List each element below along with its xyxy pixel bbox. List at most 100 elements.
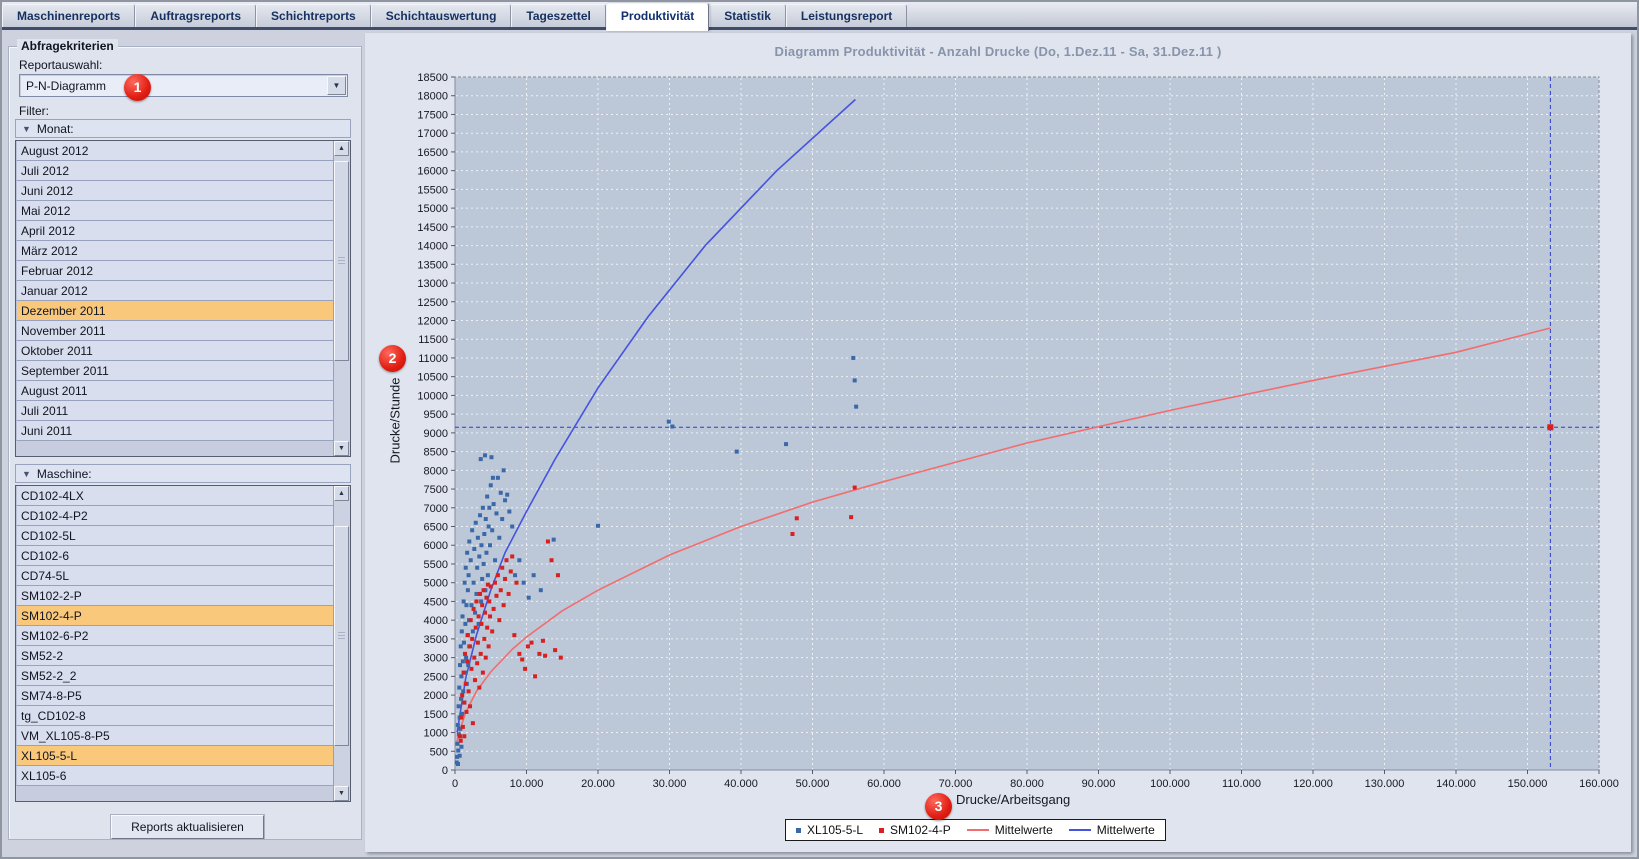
list-item-tg_cd102-8[interactable]: tg_CD102-8 <box>16 706 335 726</box>
list-item-november-2011[interactable]: November 2011 <box>16 321 335 341</box>
list-item-cd102-4lx[interactable]: CD102-4LX <box>16 486 335 506</box>
list-item-oktober-2011[interactable]: Oktober 2011 <box>16 341 335 361</box>
list-item-mai-2012[interactable]: Mai 2012 <box>16 201 335 221</box>
svg-text:160.000: 160.000 <box>1579 778 1619 790</box>
list-item-sm102-2-p[interactable]: SM102-2-P <box>16 586 335 606</box>
svg-text:40.000: 40.000 <box>724 778 758 790</box>
tab-auftragsreports[interactable]: Auftragsreports <box>135 4 256 27</box>
month-section-header[interactable]: ▼ Monat: <box>15 119 351 138</box>
svg-text:7000: 7000 <box>424 503 448 515</box>
month-list: August 2012Juli 2012Juni 2012Mai 2012Apr… <box>15 140 351 457</box>
svg-text:3000: 3000 <box>424 653 448 665</box>
svg-text:6000: 6000 <box>424 540 448 552</box>
list-item-juli-2011[interactable]: Juli 2011 <box>16 401 335 421</box>
svg-text:20.000: 20.000 <box>581 778 615 790</box>
scroll-up-button[interactable]: ▲ <box>334 486 349 501</box>
svg-text:11500: 11500 <box>418 334 448 346</box>
scrollbar-thumb[interactable] <box>334 526 349 746</box>
list-item-xl105-5-l[interactable]: XL105-5-L <box>16 746 335 766</box>
tab-schichtauswertung[interactable]: Schichtauswertung <box>371 4 512 27</box>
list-item-vm_xl105-8-p5[interactable]: VM_XL105-8-P5 <box>16 726 335 746</box>
svg-text:8000: 8000 <box>424 465 448 477</box>
month-list-scrollbar[interactable]: ▲ ▼ <box>333 141 350 456</box>
tab-maschinenreports[interactable]: Maschinenreports <box>2 4 135 27</box>
svg-text:5000: 5000 <box>424 578 448 590</box>
svg-text:17000: 17000 <box>417 128 448 140</box>
machine-list: CD102-4LXCD102-4-P2CD102-5LCD102-6CD74-5… <box>15 485 351 802</box>
machine-list-scrollbar[interactable]: ▲ ▼ <box>333 486 350 801</box>
scroll-up-button[interactable]: ▲ <box>334 141 349 156</box>
svg-text:18000: 18000 <box>417 91 448 103</box>
legend-item-mittelwerte: Mittelwerte <box>1069 823 1155 837</box>
machine-section-header[interactable]: ▼ Maschine: <box>15 464 351 483</box>
list-item-februar-2012[interactable]: Februar 2012 <box>16 261 335 281</box>
svg-text:50.000: 50.000 <box>796 778 830 790</box>
list-item-cd102-6[interactable]: CD102-6 <box>16 546 335 566</box>
svg-text:150.000: 150.000 <box>1508 778 1548 790</box>
svg-text:8500: 8500 <box>424 447 448 459</box>
list-item-januar-2012[interactable]: Januar 2012 <box>16 281 335 301</box>
svg-text:0: 0 <box>442 765 448 777</box>
svg-text:13000: 13000 <box>417 278 448 290</box>
report-select-dropdown[interactable]: P-N-Diagramm ▼ <box>19 74 348 97</box>
filter-label: Filter: <box>19 104 49 118</box>
svg-text:4500: 4500 <box>424 596 448 608</box>
svg-text:12000: 12000 <box>417 315 448 327</box>
list-item-cd102-5l[interactable]: CD102-5L <box>16 526 335 546</box>
list-item-sm52-2[interactable]: SM52-2 <box>16 646 335 666</box>
svg-text:100.000: 100.000 <box>1150 778 1190 790</box>
list-item-cd102-4-p2[interactable]: CD102-4-P2 <box>16 506 335 526</box>
tab-statistik[interactable]: Statistik <box>709 4 786 27</box>
list-item-april-2012[interactable]: April 2012 <box>16 221 335 241</box>
svg-text:80.000: 80.000 <box>1010 778 1044 790</box>
group-title: Abfragekriterien <box>17 39 118 53</box>
list-item-juni-2012[interactable]: Juni 2012 <box>16 181 335 201</box>
list-item-xl105-6[interactable]: XL105-6 <box>16 766 335 786</box>
svg-text:14000: 14000 <box>417 241 448 253</box>
svg-text:1500: 1500 <box>424 709 448 721</box>
query-criteria-panel: Abfragekriterien Reportauswahl: P-N-Diag… <box>8 46 362 840</box>
tab-leistungsreport[interactable]: Leistungsreport <box>786 4 907 27</box>
svg-text:30.000: 30.000 <box>653 778 687 790</box>
svg-text:15000: 15000 <box>417 203 448 215</box>
list-item-märz-2012[interactable]: März 2012 <box>16 241 335 261</box>
list-item-sm102-6-p2[interactable]: SM102-6-P2 <box>16 626 335 646</box>
svg-text:9500: 9500 <box>424 409 448 421</box>
list-item-sm74-8-p5[interactable]: SM74-8-P5 <box>16 686 335 706</box>
list-item-august-2011[interactable]: August 2011 <box>16 381 335 401</box>
scrollbar-thumb[interactable] <box>334 161 349 361</box>
svg-text:0: 0 <box>452 778 458 790</box>
list-item-dezember-2011[interactable]: Dezember 2011 <box>16 301 335 321</box>
svg-text:2500: 2500 <box>424 671 448 683</box>
scroll-down-button[interactable]: ▼ <box>334 786 349 801</box>
list-item-august-2012[interactable]: August 2012 <box>16 141 335 161</box>
refresh-reports-button[interactable]: Reports aktualisieren <box>111 815 264 839</box>
annotation-badge-3: 3 <box>925 793 952 820</box>
tab-schichtreports[interactable]: Schichtreports <box>256 4 371 27</box>
svg-text:18500: 18500 <box>417 72 448 84</box>
legend-label: Mittelwerte <box>995 823 1053 837</box>
svg-text:16000: 16000 <box>417 166 448 178</box>
svg-text:10000: 10000 <box>417 390 448 402</box>
y-axis-tick-labels: 0500100015002000250030003500400045005000… <box>417 72 448 777</box>
legend-label: Mittelwerte <box>1097 823 1155 837</box>
dropdown-arrow-icon[interactable]: ▼ <box>327 76 346 95</box>
tab-produktivität[interactable]: Produktivität <box>606 3 709 31</box>
tab-bar: MaschinenreportsAuftragsreportsSchichtre… <box>2 2 1637 27</box>
list-item-cd74-5l[interactable]: CD74-5L <box>16 566 335 586</box>
list-item-juni-2011[interactable]: Juni 2011 <box>16 421 335 441</box>
svg-text:90.000: 90.000 <box>1082 778 1116 790</box>
svg-text:140.000: 140.000 <box>1436 778 1476 790</box>
productivity-chart[interactable]: 0500100015002000250030003500400045005000… <box>365 33 1631 852</box>
list-item-september-2011[interactable]: September 2011 <box>16 361 335 381</box>
chart-panel: Diagramm Produktivität - Anzahl Drucke (… <box>365 33 1631 852</box>
list-item-sm52-2_2[interactable]: SM52-2_2 <box>16 666 335 686</box>
scroll-down-button[interactable]: ▼ <box>334 441 349 456</box>
collapse-triangle-icon: ▼ <box>22 124 31 134</box>
tab-tageszettel[interactable]: Tageszettel <box>511 4 605 27</box>
month-section-label: Monat: <box>37 122 74 136</box>
list-item-juli-2012[interactable]: Juli 2012 <box>16 161 335 181</box>
svg-text:10500: 10500 <box>417 372 448 384</box>
legend-label: XL105-5-L <box>807 823 863 837</box>
list-item-sm102-4-p[interactable]: SM102-4-P <box>16 606 335 626</box>
